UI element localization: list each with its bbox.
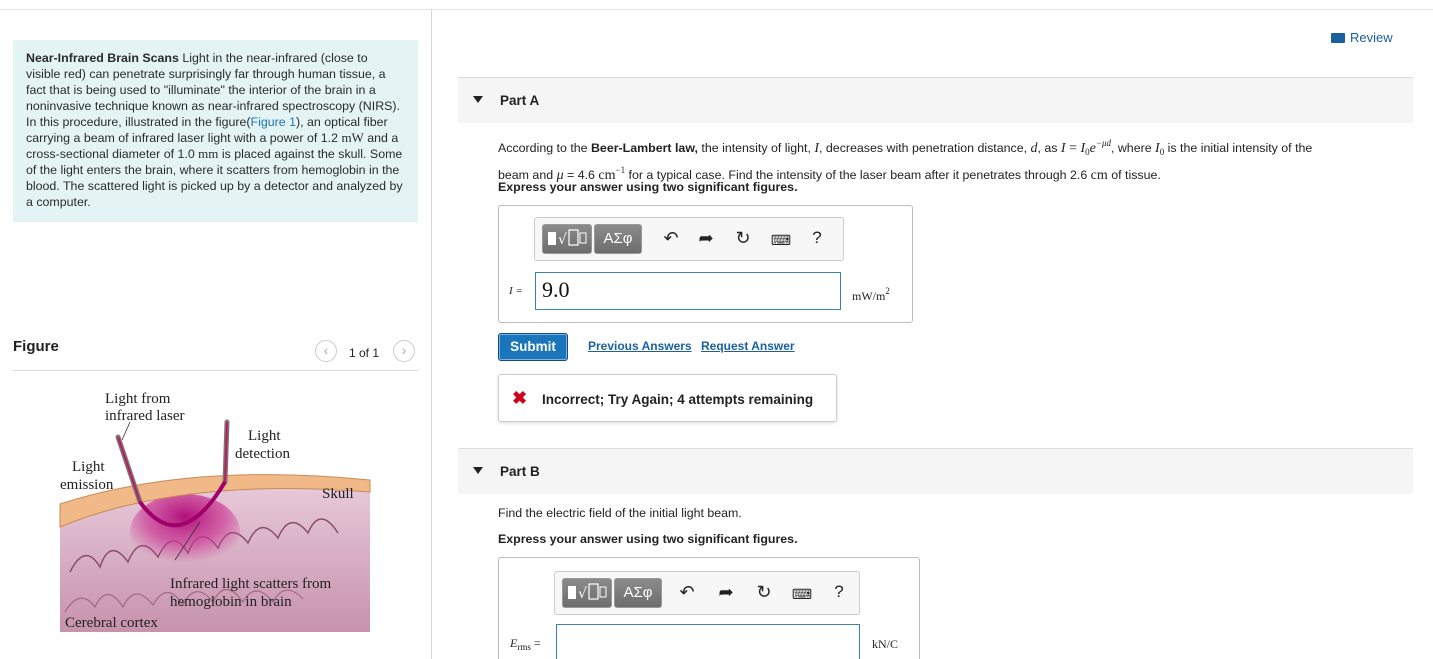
part-a-question-line-1: According to the Beer-Lambert law, the i… xyxy=(498,138,1313,157)
top-border xyxy=(0,9,1433,10)
chevron-right-icon[interactable]: › xyxy=(393,340,415,362)
part-a-instruction: Express your answer using two significan… xyxy=(498,180,798,194)
collapse-triangle-icon[interactable] xyxy=(473,467,483,474)
label-emit-2: emission xyxy=(60,477,114,493)
template-icon[interactable]: √ xyxy=(542,224,592,254)
part-b-label: Part B xyxy=(500,464,540,479)
label-skull: Skull xyxy=(322,486,354,502)
request-answer-link[interactable]: Request Answer xyxy=(701,339,795,353)
keyboard-icon[interactable]: ⌨ xyxy=(770,232,792,249)
part-a-answer-input[interactable]: 9.0 xyxy=(535,272,841,310)
pane-divider[interactable] xyxy=(431,10,432,659)
feedback-text: Incorrect; Try Again; 4 attempts remaini… xyxy=(542,392,814,407)
label-cortex: Cerebral cortex xyxy=(65,615,158,631)
label-detect-1: Light xyxy=(248,428,281,444)
leader-laser xyxy=(121,421,131,441)
feedback-box: ✖ Incorrect; Try Again; 4 attempts remai… xyxy=(498,374,837,422)
part-a-question: According to the Beer-Lambert law, the i… xyxy=(498,134,1398,185)
svg-text:√: √ xyxy=(578,586,587,602)
svg-text:√: √ xyxy=(558,232,567,248)
redo-icon[interactable]: ➦ xyxy=(695,228,717,249)
book-icon xyxy=(1331,33,1345,43)
collapse-triangle-icon[interactable] xyxy=(473,96,483,103)
label-scatter-2: hemoglobin in brain xyxy=(170,594,292,610)
label-scatter-1: Infrared light scatters from xyxy=(170,576,332,592)
greek-letters-button[interactable]: ΑΣφ xyxy=(614,578,662,608)
review-label[interactable]: Review xyxy=(1350,30,1393,45)
undo-icon[interactable]: ↶ xyxy=(660,228,682,249)
part-a-header[interactable]: Part A xyxy=(458,77,1413,123)
part-b-unit: kN/C xyxy=(872,637,899,651)
figure-link[interactable]: Figure 1 xyxy=(251,115,296,129)
part-a-answer-label: I = xyxy=(509,285,523,297)
help-button[interactable]: ? xyxy=(806,228,828,248)
reset-icon[interactable]: ↻ xyxy=(732,228,754,249)
power-unit: mW xyxy=(341,130,364,145)
error-x-icon: ✖ xyxy=(512,388,528,408)
part-a-math-toolbar: √ ΑΣφ ↶ ➦ ↻ ⌨ ? xyxy=(534,217,844,261)
figure-separator xyxy=(13,370,418,371)
diameter-unit: mm xyxy=(198,146,219,161)
template-icon[interactable]: √ xyxy=(562,578,612,608)
label-laser-2: infrared laser xyxy=(105,408,185,424)
submit-button[interactable]: Submit xyxy=(498,333,568,361)
part-b-answer-input[interactable] xyxy=(556,624,860,659)
figure-title: Figure xyxy=(13,338,59,355)
figure-pager: 1 of 1 xyxy=(349,346,380,360)
part-b-header[interactable]: Part B xyxy=(458,448,1413,494)
label-emit-1: Light xyxy=(72,459,105,475)
redo-icon[interactable]: ➦ xyxy=(715,582,737,603)
part-b-instruction: Express your answer using two significan… xyxy=(498,532,798,546)
nirs-figure: Light from infrared laser Light detectio… xyxy=(59,391,371,632)
keyboard-icon[interactable]: ⌨ xyxy=(791,586,813,603)
scatter-region xyxy=(130,494,240,570)
label-laser-1: Light from xyxy=(105,391,171,407)
previous-answers-link[interactable]: Previous Answers xyxy=(588,339,692,353)
help-button[interactable]: ? xyxy=(828,582,850,602)
undo-icon[interactable]: ↶ xyxy=(676,582,698,603)
label-detect-2: detection xyxy=(235,446,290,462)
intro-title: Near-Infrared Brain Scans xyxy=(26,51,179,65)
part-a-unit: mW/m2 xyxy=(852,286,890,303)
chevron-left-icon[interactable]: ‹ xyxy=(315,340,337,362)
problem-intro: Near-Infrared Brain Scans Light in the n… xyxy=(13,40,418,222)
part-b-answer-label: Erms = xyxy=(510,636,541,652)
part-b-question: Find the electric field of the initial l… xyxy=(498,506,742,520)
review-link[interactable]: Review xyxy=(1331,30,1393,45)
part-a-answer-box: √ ΑΣφ ↶ ➦ ↻ ⌨ ? I = 9.0 mW/m2 xyxy=(498,205,913,323)
greek-letters-button[interactable]: ΑΣφ xyxy=(594,224,642,254)
reset-icon[interactable]: ↻ xyxy=(753,582,775,603)
part-b-answer-box: √ ΑΣφ ↶ ➦ ↻ ⌨ ? Erms = kN/C xyxy=(498,557,920,659)
part-b-math-toolbar: √ ΑΣφ ↶ ➦ ↻ ⌨ ? xyxy=(554,571,860,615)
part-a-label: Part A xyxy=(500,93,540,108)
